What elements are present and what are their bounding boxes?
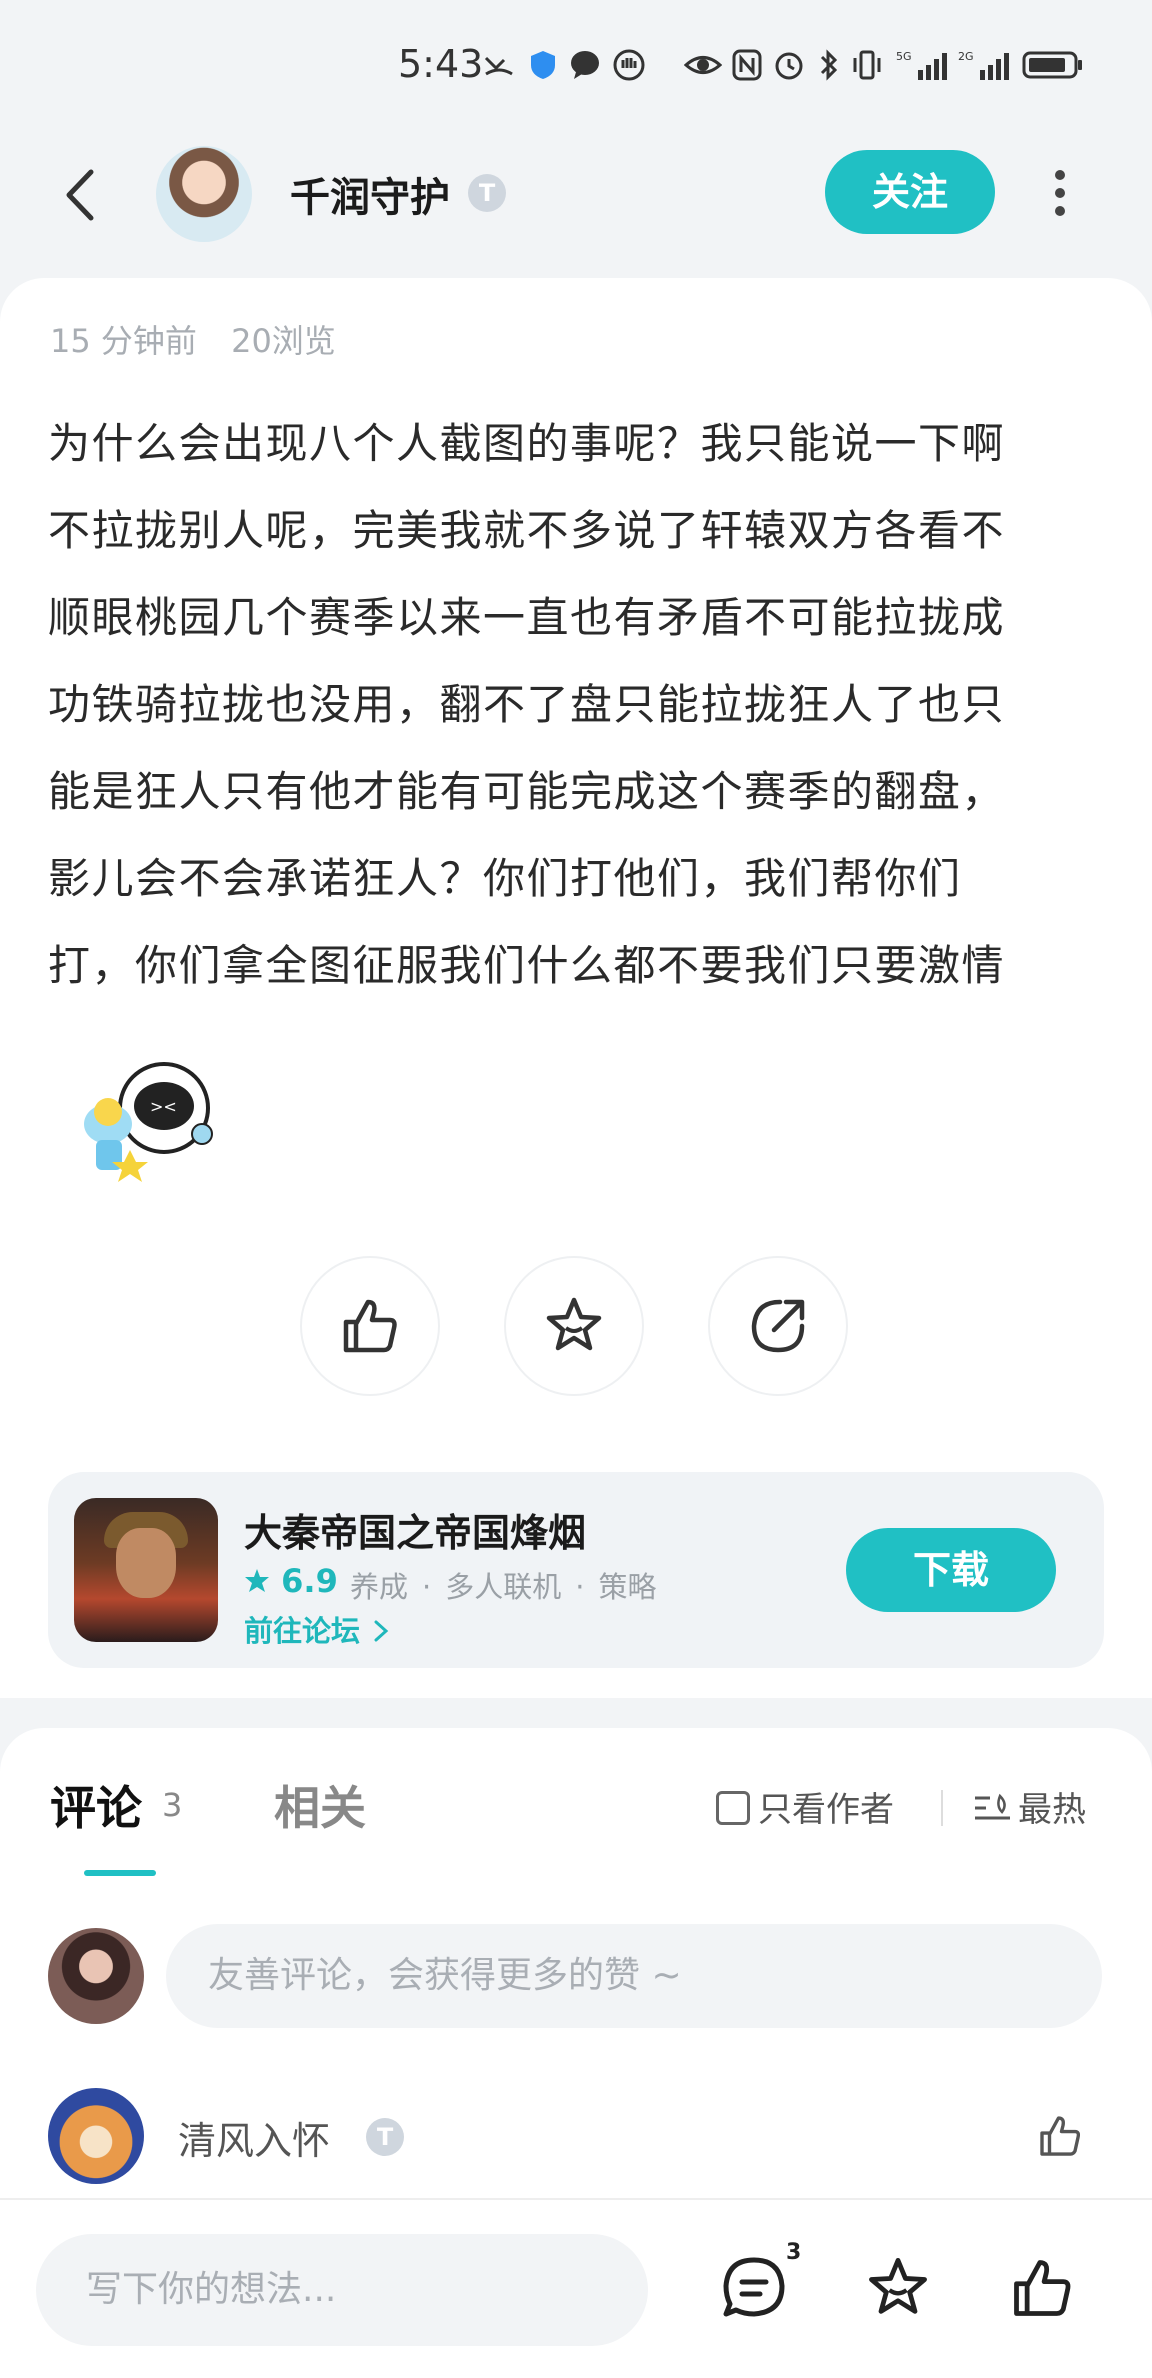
hand-icon xyxy=(612,48,646,82)
chevron-left-icon xyxy=(66,169,94,221)
game-rating: 6.9 xyxy=(244,1562,338,1600)
tab-related[interactable]: 相关 xyxy=(274,1772,366,1838)
signal-2g-icon: 2G xyxy=(958,48,1012,82)
comment-input[interactable]: 友善评论，会获得更多的赞 ~ xyxy=(166,1924,1102,2028)
comments-button[interactable] xyxy=(720,2254,788,2326)
game-card[interactable]: 大秦帝国之帝国烽烟 6.9 养成 · 多人联机 · 策略 前往论坛 下载 xyxy=(48,1472,1104,1668)
post-actions xyxy=(0,1256,1152,1406)
thumbs-up-icon xyxy=(1014,2260,1071,2316)
post-line: 为什么会出现八个人截图的事呢？我只能说一下啊 xyxy=(48,419,1006,468)
share-icon xyxy=(751,1299,805,1353)
svg-text:2G: 2G xyxy=(958,50,974,63)
post-line: 功铁骑拉拢也没用，翻不了盘只能拉拢狂人了也只 xyxy=(48,680,1006,729)
game-title[interactable]: 大秦帝国之帝国烽烟 xyxy=(244,1502,586,1557)
divider xyxy=(941,1790,943,1826)
message-icon xyxy=(568,48,602,82)
post-line: 顺眼桃园几个赛季以来一直也有矛盾不可能拉拢成 xyxy=(48,593,1006,642)
game-tag: 策略 xyxy=(598,1570,657,1604)
comment-badge: 3 xyxy=(786,2240,802,2265)
post-line: 能是狂人只有他才能有可能完成这个赛季的翻盘， xyxy=(48,767,1006,816)
comment-like-button[interactable] xyxy=(1036,2112,1084,2164)
game-forum-label: 前往论坛 xyxy=(244,1614,361,1648)
author-name[interactable]: 千润守护 xyxy=(290,165,450,223)
call-missed-icon xyxy=(482,48,516,82)
sticker-image: >< xyxy=(72,1054,222,1184)
game-tag: 养成 xyxy=(350,1570,409,1604)
chevron-right-icon xyxy=(374,1620,389,1642)
nfc-icon xyxy=(730,48,764,82)
star-icon xyxy=(546,1297,602,1351)
post-line: 影儿会不会承诺狂人？你们打他们，我们帮你们 xyxy=(48,854,962,903)
back-button[interactable] xyxy=(55,160,105,230)
level-badge: T xyxy=(468,174,506,212)
battery-icon xyxy=(1022,48,1084,82)
share-button[interactable] xyxy=(708,1256,848,1396)
post-line: 打，你们拿全图征服我们什么都不要我们只要激情 xyxy=(48,941,1006,990)
sort-icon xyxy=(975,1793,1010,1820)
commenter-name[interactable]: 清风入怀 xyxy=(178,2110,330,2165)
only-author-label: 只看作者 xyxy=(758,1790,894,1830)
star-icon xyxy=(869,2257,927,2314)
tab-comments[interactable]: 评论 xyxy=(50,1772,142,1838)
sort-button[interactable]: 最热 xyxy=(972,1782,1086,1831)
only-author-toggle[interactable]: 只看作者 xyxy=(716,1782,894,1831)
post-card: 15 分钟前 20浏览 为什么会出现八个人截图的事呢？我只能说一下啊 不拉拢别人… xyxy=(0,278,1152,1698)
comments-section: 评论 3 相关 只看作者 最热 友善评论，会获得更多的赞 ~ 清风入怀 T xyxy=(0,1728,1152,2198)
author-avatar[interactable] xyxy=(156,146,252,242)
commenter-level-badge: T xyxy=(366,2118,404,2156)
svg-text:><: >< xyxy=(150,1097,177,1116)
status-time: 5:43 xyxy=(398,42,484,86)
post-header: 千润守护 T 关注 xyxy=(0,130,1152,270)
bluetooth-icon xyxy=(812,48,846,82)
star-icon xyxy=(245,1569,269,1592)
shield-icon xyxy=(526,48,560,82)
game-forum-link[interactable]: 前往论坛 xyxy=(244,1608,392,1650)
post-time: 15 分钟前 xyxy=(50,322,197,360)
comment-count: 3 xyxy=(162,1786,183,1824)
post-meta: 15 分钟前 20浏览 xyxy=(50,316,360,362)
like-bottom-button[interactable] xyxy=(1008,2254,1076,2326)
game-rating-value: 6.9 xyxy=(281,1562,338,1600)
my-avatar xyxy=(48,1928,144,2024)
thought-input[interactable]: 写下你的想法... xyxy=(36,2234,648,2346)
post-line: 不拉拢别人呢，完美我就不多说了轩辕双方各看不 xyxy=(48,506,1006,555)
game-tag: 多人联机 xyxy=(445,1570,562,1604)
thumbs-up-icon xyxy=(1040,2116,1081,2156)
post-body: 为什么会出现八个人截图的事呢？我只能说一下啊 不拉拢别人呢，完美我就不多说了轩辕… xyxy=(48,400,1108,1009)
more-menu-button[interactable] xyxy=(1040,162,1080,226)
favorite-bottom-button[interactable] xyxy=(864,2254,932,2326)
signal-5g-icon: 5G xyxy=(896,48,950,82)
checkbox-icon xyxy=(716,1791,750,1825)
status-bar: 5:43 5G 2G xyxy=(0,0,1152,130)
comment-icon xyxy=(723,2257,785,2317)
commenter-avatar[interactable] xyxy=(48,2088,144,2184)
thumbs-up-icon xyxy=(343,1299,397,1353)
sort-label: 最热 xyxy=(1018,1790,1086,1830)
follow-button[interactable]: 关注 xyxy=(825,150,995,234)
post-views: 20浏览 xyxy=(231,322,336,360)
game-icon[interactable] xyxy=(74,1498,218,1642)
active-tab-indicator xyxy=(84,1870,156,1876)
eye-icon xyxy=(683,48,723,82)
like-button[interactable] xyxy=(300,1256,440,1396)
vibrate-icon xyxy=(850,48,884,82)
download-button[interactable]: 下载 xyxy=(846,1528,1056,1612)
favorite-button[interactable] xyxy=(504,1256,644,1396)
game-tags: 养成 · 多人联机 · 策略 xyxy=(350,1570,657,1604)
svg-text:5G: 5G xyxy=(896,50,912,63)
alarm-icon xyxy=(772,48,806,82)
bottom-bar: 写下你的想法... 3 xyxy=(0,2198,1152,2378)
